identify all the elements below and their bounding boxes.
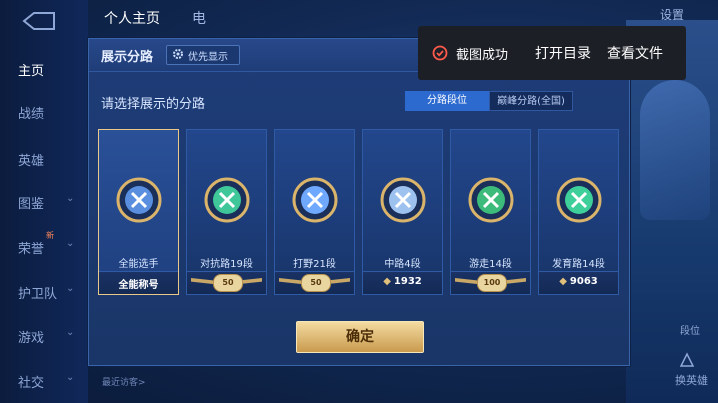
dialog-prompt: 请选择展示的分路 bbox=[101, 97, 206, 112]
wing-left-icon bbox=[279, 278, 301, 284]
tab-profile[interactable]: 个人主页 bbox=[104, 8, 160, 28]
sidebar-item-label: 社交 bbox=[18, 376, 45, 391]
wing-left-icon bbox=[191, 278, 213, 284]
dialog-title: 展示分路 bbox=[101, 50, 154, 65]
sidebar-item[interactable]: 英雄 bbox=[18, 150, 44, 169]
screenshot-toast: 截图成功 打开目录 查看文件 bbox=[418, 26, 686, 80]
lane-card-name: 中路4段 bbox=[384, 259, 421, 270]
rank-label[interactable]: 段位 bbox=[680, 322, 700, 337]
lane-card[interactable]: 发育路14段 ◆ 9063 bbox=[538, 129, 619, 295]
tab-lane-rank[interactable]: 分路段位 bbox=[405, 91, 489, 111]
sidebar-item-label: 荣誉 bbox=[18, 242, 45, 257]
chevron-down-icon: ⌄ bbox=[66, 327, 75, 338]
tab-other[interactable]: 电 bbox=[192, 8, 206, 28]
back-icon[interactable] bbox=[18, 10, 58, 32]
chevron-down-icon: ⌄ bbox=[66, 238, 75, 249]
lane-card[interactable]: 中路4段 ◆ 1932 bbox=[362, 129, 443, 295]
open-directory-button[interactable]: 打开目录 bbox=[535, 43, 591, 63]
sidebar-item-label: 英雄 bbox=[18, 154, 45, 169]
lane-card[interactable]: 全能选手 全能称号 bbox=[98, 129, 179, 295]
lane-card-name: 打野21段 bbox=[293, 259, 336, 270]
lane-display-dialog: 展示分路 优先显示 请选择展示的分路 分路段位 巅峰分路(全国) 全能选手全能称… bbox=[88, 38, 630, 366]
score-value: 1932 bbox=[393, 276, 422, 287]
sidebar: 主页战绩英雄图鉴 ⌄ 荣誉 ⌄ 护卫队 ⌄ 游戏 ⌄ 社交 ⌄ 新 bbox=[0, 0, 88, 403]
lane-card[interactable]: 游走14段 100 bbox=[450, 129, 531, 295]
toast-message: 截图成功 bbox=[456, 48, 509, 63]
lane-emblem-icon bbox=[380, 177, 426, 223]
wing-left-icon bbox=[455, 278, 477, 284]
priority-display-button[interactable]: 优先显示 bbox=[166, 45, 240, 65]
star-count-badge: 100 bbox=[477, 274, 507, 292]
lane-card[interactable]: 对抗路19段 50 bbox=[186, 129, 267, 295]
new-badge: 新 bbox=[46, 231, 54, 240]
sidebar-item[interactable]: 图鉴 ⌄ bbox=[18, 193, 74, 212]
sidebar-item[interactable]: 护卫队 ⌄ bbox=[18, 283, 74, 302]
swap-hero-button[interactable]: 换英雄 bbox=[675, 372, 708, 388]
sidebar-item-label: 战绩 bbox=[18, 107, 45, 122]
lane-emblem-icon bbox=[468, 177, 514, 223]
swap-hero-icon[interactable] bbox=[678, 352, 696, 368]
lane-card-name: 全能选手 bbox=[118, 259, 159, 270]
lane-emblem-icon bbox=[556, 177, 602, 223]
lane-card-footer: 100 bbox=[451, 271, 530, 294]
lane-card-name: 游走14段 bbox=[469, 259, 512, 270]
sidebar-item[interactable]: 主页 bbox=[18, 60, 44, 79]
check-circle-icon bbox=[432, 45, 448, 61]
wing-right-icon bbox=[328, 278, 350, 284]
sidebar-item[interactable]: 社交 ⌄ bbox=[18, 372, 74, 391]
confirm-button[interactable]: 确定 bbox=[296, 321, 424, 353]
lane-card-name: 发育路14段 bbox=[552, 259, 605, 270]
diamond-icon: ◆ bbox=[383, 276, 391, 287]
recent-visitors-link[interactable]: 最近访客> bbox=[102, 375, 146, 388]
sidebar-item[interactable]: 游戏 ⌄ bbox=[18, 327, 74, 346]
chevron-down-icon: ⌄ bbox=[66, 193, 75, 204]
lane-card-footer: ◆ 1932 bbox=[363, 271, 442, 294]
lane-emblem-icon bbox=[204, 177, 250, 223]
star-count-badge: 50 bbox=[213, 274, 243, 292]
lane-card-footer: 50 bbox=[187, 271, 266, 294]
sidebar-item[interactable]: 荣誉 ⌄ bbox=[18, 238, 74, 257]
lane-emblem-icon bbox=[292, 177, 338, 223]
gear-icon bbox=[173, 49, 183, 59]
lane-card-footer: ◆ 9063 bbox=[539, 271, 618, 294]
priority-label: 优先显示 bbox=[188, 52, 228, 63]
score-display: ◆ 9063 bbox=[539, 276, 618, 287]
wing-right-icon bbox=[504, 278, 526, 284]
view-file-button[interactable]: 查看文件 bbox=[607, 43, 663, 63]
sidebar-item-label: 游戏 bbox=[18, 331, 45, 346]
sidebar-item-label: 图鉴 bbox=[18, 197, 45, 212]
chevron-down-icon: ⌄ bbox=[66, 283, 75, 294]
score-value: 9063 bbox=[569, 276, 598, 287]
tab-peak-lane[interactable]: 巅峰分路(全国) bbox=[489, 91, 573, 111]
lane-card-footer: 50 bbox=[275, 271, 354, 294]
sidebar-item-label: 护卫队 bbox=[18, 287, 58, 302]
diamond-icon: ◆ bbox=[559, 276, 567, 287]
sidebar-item-label: 主页 bbox=[18, 64, 45, 79]
lane-emblem-icon bbox=[116, 177, 162, 223]
score-display: ◆ 1932 bbox=[363, 276, 442, 287]
hero-figure bbox=[640, 80, 710, 220]
wing-right-icon bbox=[240, 278, 262, 284]
chevron-down-icon: ⌄ bbox=[66, 372, 75, 383]
sidebar-item[interactable]: 战绩 bbox=[18, 103, 44, 122]
star-count-badge: 50 bbox=[301, 274, 331, 292]
lane-card[interactable]: 打野21段 50 bbox=[274, 129, 355, 295]
lane-card-footer: 全能称号 bbox=[99, 271, 178, 294]
lane-card-name: 对抗路19段 bbox=[200, 259, 253, 270]
title-label: 全能称号 bbox=[118, 280, 159, 291]
